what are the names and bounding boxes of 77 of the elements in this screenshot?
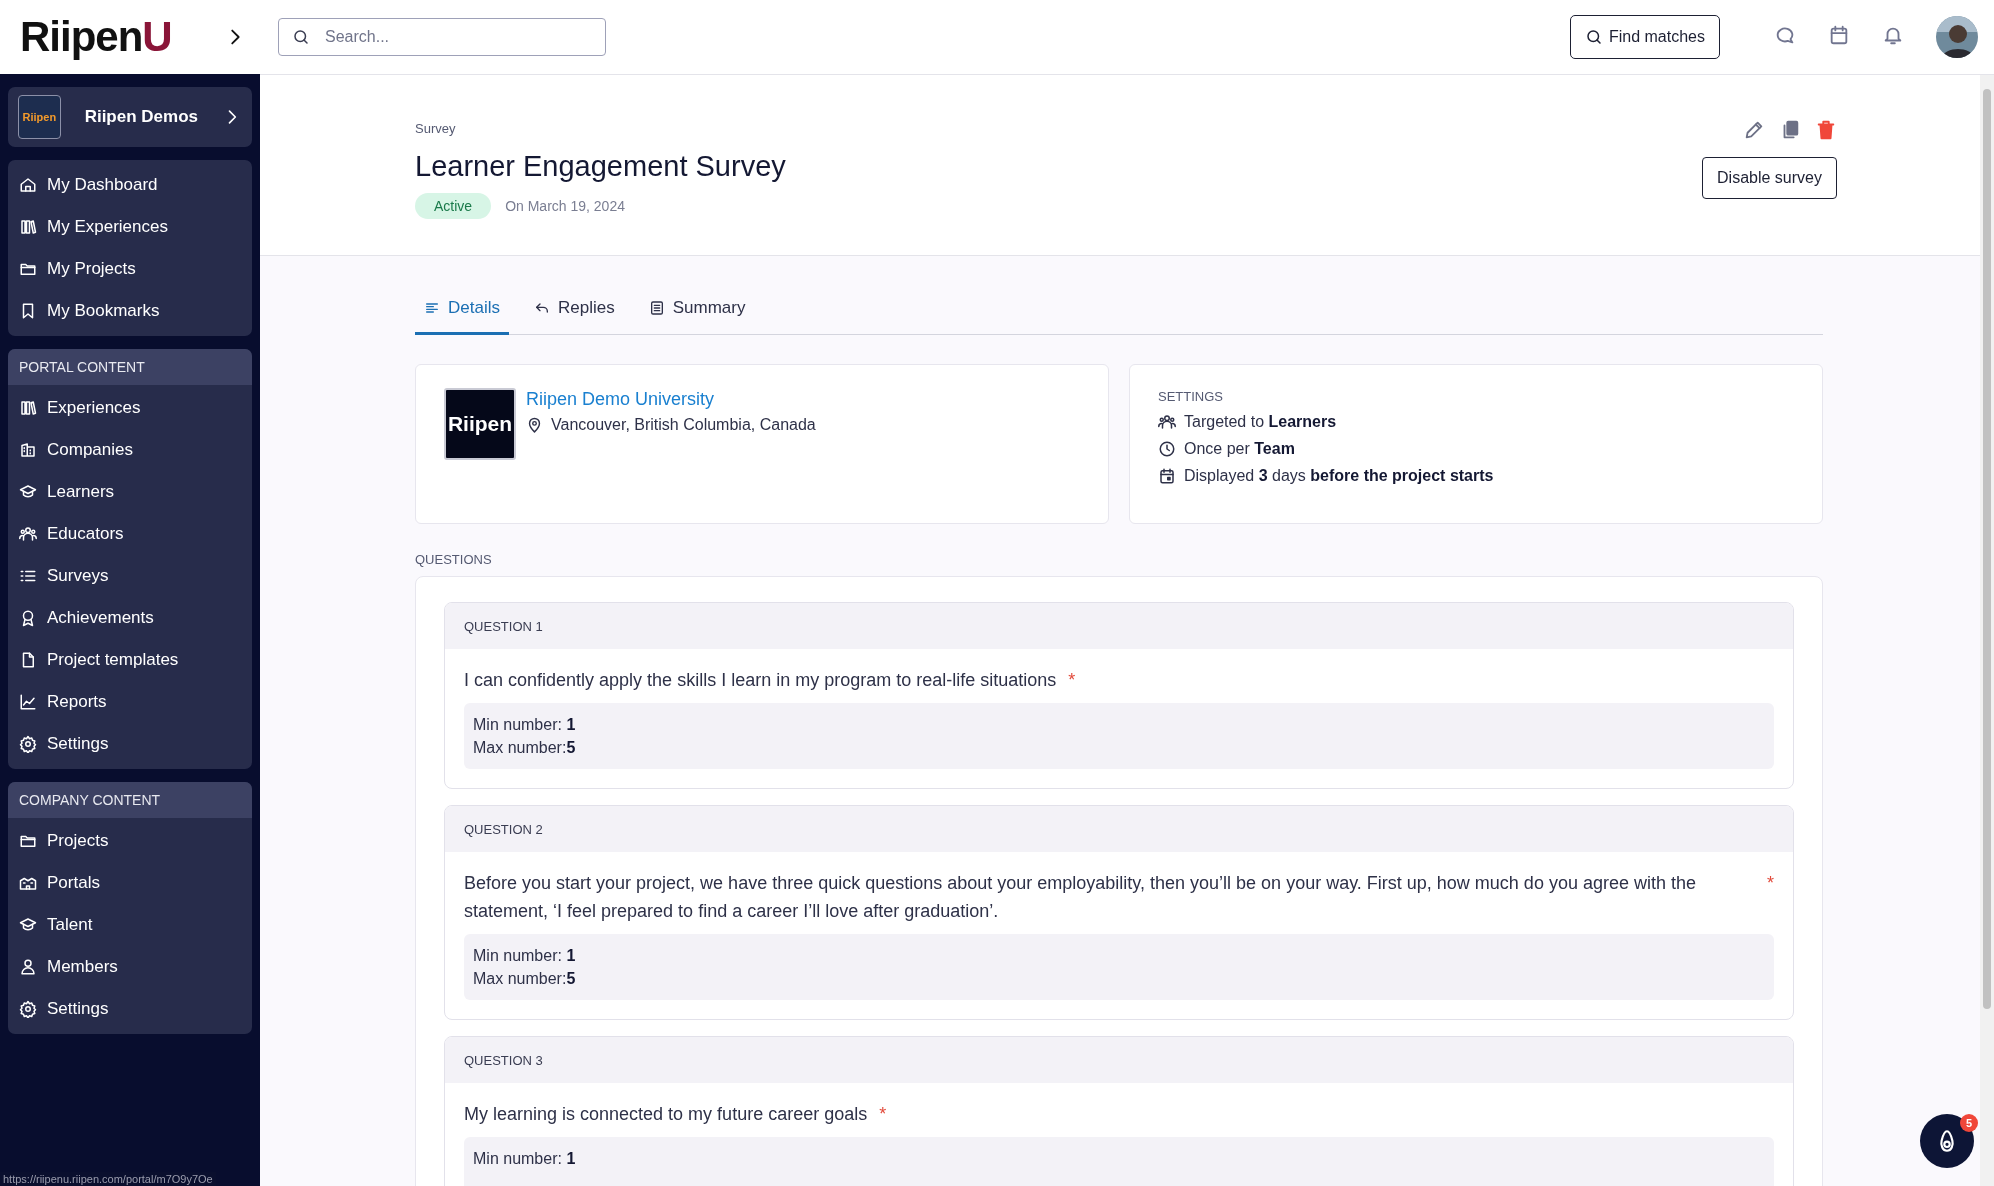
sidebar-item[interactable]: Members [8,946,252,988]
required-mark: * [1767,872,1774,895]
location-text: Vancouver, British Columbia, Canada [551,416,816,434]
sidebar-item[interactable]: Reports [8,681,252,723]
setting-text: Once per Team [1184,440,1295,458]
max-number-text: Max number:5 [473,969,577,989]
settings-icon [19,1000,37,1018]
document-icon [648,300,665,316]
delete-button[interactable] [1815,119,1837,141]
clock-icon [1158,440,1176,458]
max-number-text: Max number:5 [473,738,577,758]
disable-survey-button[interactable]: Disable survey [1702,157,1837,199]
sidebar-item[interactable]: Settings [8,723,252,765]
section-heading: QUESTIONS [415,552,493,567]
sidebar-item[interactable]: My Projects [8,248,252,290]
question-label: QUESTION 3 [464,1052,543,1068]
sidebar-item[interactable]: Projects [8,820,252,862]
sidebar-item[interactable]: Settings [8,988,252,1030]
sidebar-item[interactable]: Portals [8,862,252,904]
min-number-text: Min number: 1 [473,1149,577,1169]
section-heading: COMPANY CONTENT [8,782,252,818]
date-text: On March 19, 2024 [505,198,625,214]
sidebar-item[interactable]: My Dashboard [8,164,252,206]
search-icon [1584,28,1603,46]
sidebar-item[interactable]: Surveys [8,555,252,597]
organization-switcher[interactable]: Riipen Riipen Demos [8,87,252,147]
question-label: QUESTION 2 [464,821,543,837]
find-matches-button[interactable]: Find matches [1569,15,1720,59]
organization-link[interactable]: Riipen Demo University [526,389,816,410]
location-pin-icon [526,416,543,434]
sidebar-item[interactable]: Educators [8,513,252,555]
building-icon [19,441,37,459]
books-icon [19,399,37,417]
scrollbar[interactable] [1980,75,1994,1186]
organization-logo: Riipen [18,95,61,139]
house-icon [19,176,37,194]
sidebar-item[interactable]: Experiences [8,387,252,429]
min-number-text: Min number: 1 [473,715,577,735]
line-chart-icon [19,693,37,711]
setting-text: Targeted to Learners [1184,413,1337,431]
lines-icon [424,300,440,316]
sidebar-item[interactable]: Learners [8,471,252,513]
tab[interactable]: Replies [524,298,624,335]
people-icon [19,525,37,543]
question-text: I can confidently apply the skills I learn in my program to real-life situations [464,669,1057,692]
section-heading: PORTAL CONTENT [8,349,252,385]
trash-icon [1815,119,1837,141]
sidebar-item[interactable]: Companies [8,429,252,471]
tab[interactable]: Summary [639,298,755,335]
organization-logo: Riipen [444,388,516,460]
tab[interactable]: Details [415,298,509,335]
books-icon [19,218,37,236]
question-text: Before you start your project, we have three quick questions about your employability, then you’ll be on your way. First up, how much do you agree with the statement, ‘I feel prepared to find a career I’ll love after graduation’. [464,872,1697,923]
status-url: https://riipenu.riipen.com/portal/m7O9y7Oe [0,1172,216,1186]
sidebar-item[interactable]: Project templates [8,639,252,681]
sidebar-item[interactable]: Achievements [8,597,252,639]
required-mark: * [1068,669,1076,692]
person-icon [19,958,37,976]
question-label: QUESTION 1 [464,618,543,634]
page-title: Learner Engagement Survey [415,150,786,183]
settings-icon [19,735,37,753]
min-number-text: Min number: 1 [473,946,577,966]
search-field[interactable]: Search... [278,18,606,56]
setting-text: Displayed 3 days before the project starts [1184,467,1494,485]
edit-button[interactable] [1743,119,1765,141]
card-heading: SETTINGS [1158,389,1224,404]
people-icon [1158,413,1176,431]
calendar-icon [1828,23,1850,46]
sidebar-item[interactable]: Talent [8,904,252,946]
calendar-icon [1158,467,1176,485]
pencil-icon [1743,119,1765,141]
required-mark: * [879,1103,887,1126]
question-text: My learning is connected to my future career goals [464,1103,868,1126]
breadcrumb[interactable]: Survey [415,121,786,136]
status-badge: Active [415,193,492,219]
sidebar-item[interactable]: My Bookmarks [8,290,252,332]
sidebar-item[interactable]: My Experiences [8,206,252,248]
